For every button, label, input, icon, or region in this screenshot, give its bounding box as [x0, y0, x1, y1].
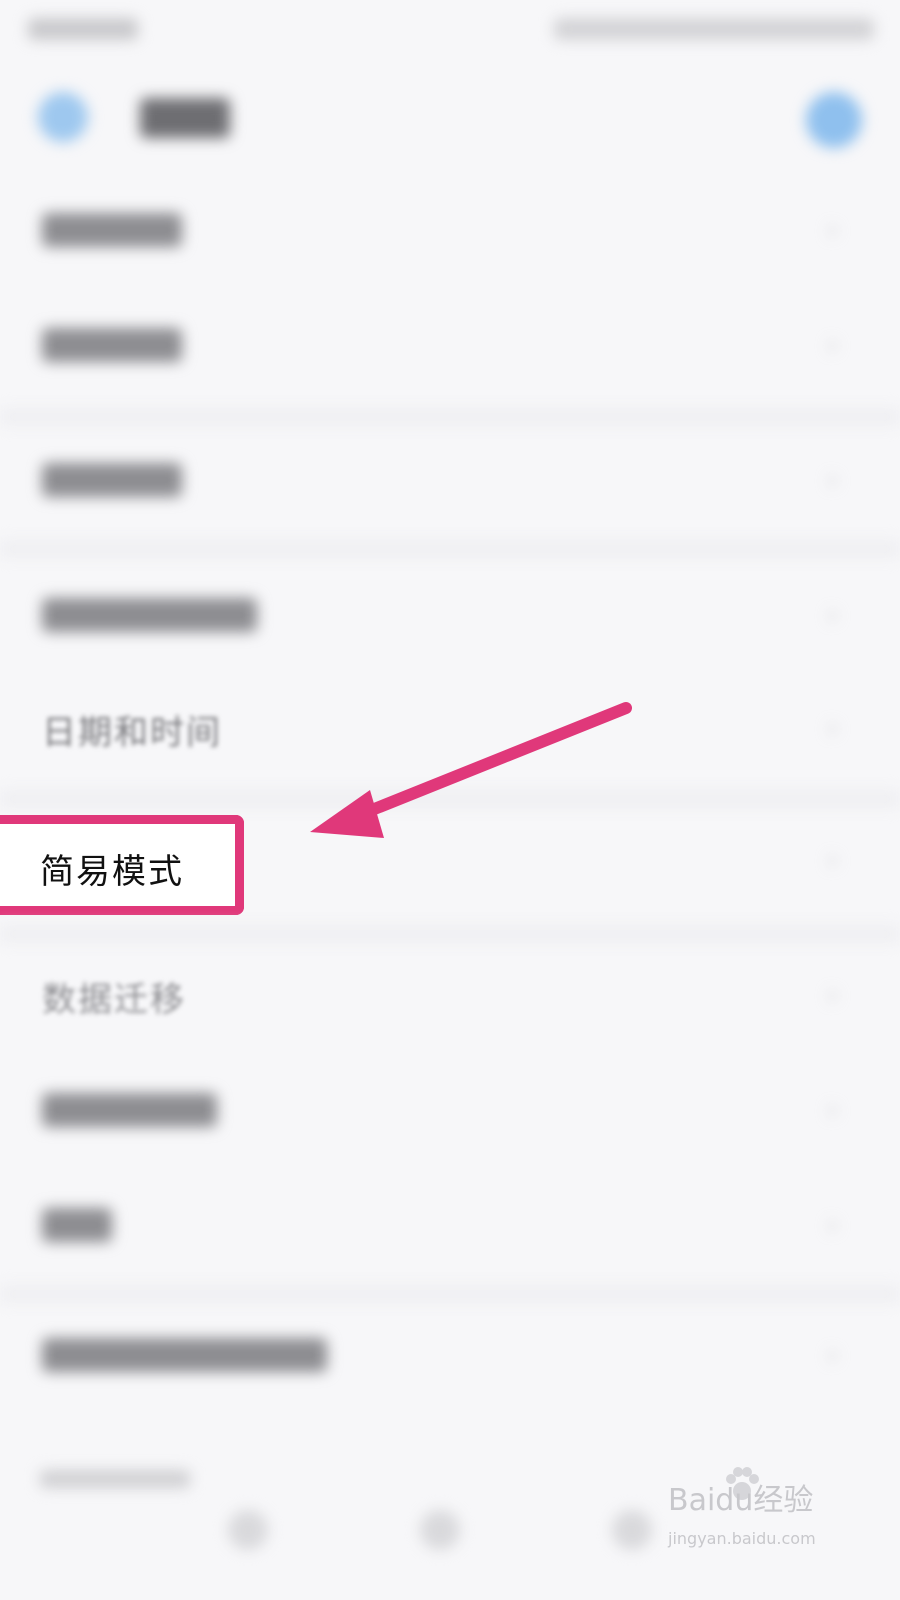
row-label	[42, 213, 182, 247]
nav-home-icon[interactable]	[420, 1510, 460, 1550]
chevron-right-icon: ›	[827, 843, 839, 876]
settings-row[interactable]: ›	[0, 560, 900, 670]
page-title	[140, 98, 230, 138]
chevron-right-icon: ›	[827, 328, 839, 361]
chevron-right-icon: ›	[827, 711, 839, 744]
watermark-url: jingyan.baidu.com	[668, 1529, 816, 1548]
title-bar	[0, 70, 900, 180]
settings-row[interactable]: ›	[0, 425, 900, 535]
status-bar	[0, 0, 900, 70]
chevron-right-icon: ›	[827, 978, 839, 1011]
row-label	[42, 1093, 217, 1127]
row-label	[42, 463, 182, 497]
row-label	[42, 1338, 327, 1372]
chevron-right-icon: ›	[827, 1208, 839, 1241]
simple-mode-label: 简易模式	[40, 852, 184, 892]
footer-text	[40, 1470, 190, 1488]
highlight-box: 简易模式	[0, 815, 244, 915]
chevron-right-icon: ›	[827, 213, 839, 246]
chevron-right-icon: ›	[827, 1338, 839, 1371]
status-icons	[554, 18, 874, 40]
chevron-right-icon: ›	[827, 463, 839, 496]
settings-row[interactable]: ›	[0, 1300, 900, 1410]
divider	[0, 540, 900, 558]
nav-recent-icon[interactable]	[612, 1510, 652, 1550]
chevron-right-icon: ›	[827, 1093, 839, 1126]
row-label	[42, 1208, 112, 1242]
nav-back-icon[interactable]	[228, 1510, 268, 1550]
row-label	[42, 328, 182, 362]
settings-row[interactable]: ›	[0, 1055, 900, 1165]
settings-row[interactable]: ›	[0, 1170, 900, 1280]
row-label: 数据迁移	[42, 980, 186, 1020]
status-time	[28, 18, 138, 40]
annotation-arrow	[310, 702, 632, 838]
baidu-watermark: Baidu经验 jingyan.baidu.com	[668, 1465, 838, 1575]
back-icon[interactable]	[38, 92, 88, 142]
watermark-brand: Baidu经验	[668, 1483, 814, 1518]
row-label	[42, 598, 257, 632]
settings-row[interactable]: ›	[0, 175, 900, 285]
row-label: 日期和时间	[42, 713, 222, 753]
settings-row[interactable]: ›	[0, 290, 900, 400]
chevron-right-icon: ›	[827, 598, 839, 631]
search-icon[interactable]	[806, 92, 862, 148]
divider	[0, 408, 900, 426]
settings-row-data-migration[interactable]: 数据迁移 ›	[0, 940, 900, 1050]
